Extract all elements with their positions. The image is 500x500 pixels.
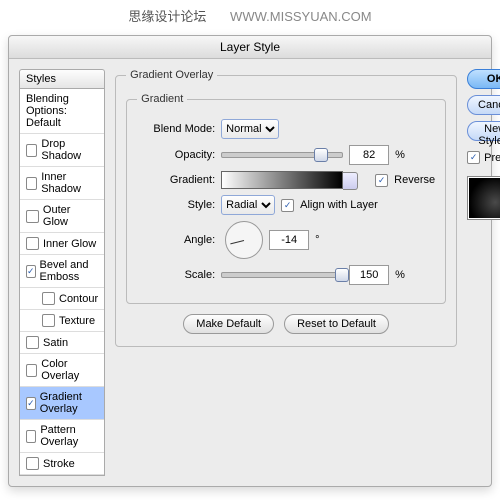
style-item-label: Stroke <box>43 458 75 470</box>
watermark: 思缘设计论坛 WWW.MISSYUAN.COM <box>0 0 500 31</box>
angle-dial[interactable] <box>225 221 263 259</box>
style-select[interactable]: Radial <box>221 195 275 215</box>
style-item-drop-shadow[interactable]: Drop Shadow <box>20 134 104 167</box>
watermark-cn: 思缘设计论坛 <box>128 9 206 24</box>
reset-default-button[interactable]: Reset to Default <box>284 314 389 334</box>
make-default-button[interactable]: Make Default <box>183 314 274 334</box>
angle-suffix: ° <box>315 234 319 246</box>
styles-column: Styles Blending Options: Default Drop Sh… <box>19 69 105 476</box>
align-checkbox[interactable] <box>281 199 294 212</box>
style-item-label: Pattern Overlay <box>40 424 98 448</box>
styles-list: Blending Options: Default Drop Shadow Inn… <box>19 88 105 476</box>
scale-label: Scale: <box>137 269 215 281</box>
angle-row: Angle: ° <box>137 221 435 259</box>
opacity-suffix: % <box>395 149 405 161</box>
cancel-button[interactable]: Cancel <box>467 95 500 115</box>
style-item-label: Gradient Overlay <box>40 391 98 415</box>
gradient-label: Gradient: <box>137 174 215 186</box>
right-column: OK Cancel New Style... Preview <box>467 69 500 476</box>
style-checkbox[interactable] <box>26 336 39 349</box>
style-checkbox[interactable] <box>42 314 55 327</box>
blending-options-row[interactable]: Blending Options: Default <box>20 89 104 134</box>
fieldset-title: Gradient Overlay <box>126 69 217 81</box>
preview-label: Preview <box>484 152 500 164</box>
watermark-url: WWW.MISSYUAN.COM <box>230 9 372 24</box>
blend-mode-label: Blend Mode: <box>137 123 215 135</box>
style-checkbox[interactable] <box>26 364 37 377</box>
blend-mode-select[interactable]: Normal <box>221 119 279 139</box>
style-item-label: Drop Shadow <box>41 138 98 162</box>
preview-row: Preview <box>467 151 500 164</box>
style-checkbox[interactable] <box>26 430 36 443</box>
style-item-pattern-overlay[interactable]: Pattern Overlay <box>20 420 104 453</box>
new-style-button[interactable]: New Style... <box>467 121 500 141</box>
opacity-row: Opacity: % <box>137 145 435 165</box>
scale-input[interactable] <box>349 265 389 285</box>
opacity-slider[interactable] <box>221 152 343 158</box>
style-checkbox[interactable] <box>26 265 36 278</box>
style-checkbox[interactable] <box>26 237 39 250</box>
scale-slider[interactable] <box>221 272 343 278</box>
style-item-contour[interactable]: Contour <box>20 288 104 310</box>
style-checkbox[interactable] <box>42 292 55 305</box>
opacity-label: Opacity: <box>137 149 215 161</box>
angle-input[interactable] <box>269 230 309 250</box>
reverse-label: Reverse <box>394 174 435 186</box>
style-checkbox[interactable] <box>26 144 37 157</box>
style-item-label: Outer Glow <box>43 204 98 228</box>
gradient-legend: Gradient <box>137 93 187 105</box>
style-row: Style: Radial Align with Layer <box>137 195 435 215</box>
style-item-label: Color Overlay <box>41 358 98 382</box>
style-item-label: Inner Shadow <box>41 171 98 195</box>
style-item-label: Inner Glow <box>43 238 96 250</box>
window-title: Layer Style <box>9 36 491 59</box>
style-item-color-overlay[interactable]: Color Overlay <box>20 354 104 387</box>
angle-label: Angle: <box>137 234 215 246</box>
style-item-bevel-and-emboss[interactable]: Bevel and Emboss <box>20 255 104 288</box>
default-buttons-row: Make Default Reset to Default <box>126 314 446 334</box>
style-item-label: Satin <box>43 337 68 349</box>
styles-header[interactable]: Styles <box>19 69 105 88</box>
gradient-picker[interactable] <box>221 171 343 189</box>
style-item-inner-glow[interactable]: Inner Glow <box>20 233 104 255</box>
style-item-label: Texture <box>59 315 95 327</box>
style-item-outer-glow[interactable]: Outer Glow <box>20 200 104 233</box>
style-checkbox[interactable] <box>26 210 39 223</box>
style-item-stroke[interactable]: Stroke <box>20 453 104 475</box>
gradient-fieldset: Gradient Blend Mode: Normal Opacity: % G… <box>126 93 446 304</box>
style-item-inner-shadow[interactable]: Inner Shadow <box>20 167 104 200</box>
reverse-checkbox[interactable] <box>375 174 388 187</box>
blend-mode-row: Blend Mode: Normal <box>137 119 435 139</box>
scale-suffix: % <box>395 269 405 281</box>
gradient-overlay-fieldset: Gradient Overlay Gradient Blend Mode: No… <box>115 69 457 347</box>
layer-style-window: Layer Style Styles Blending Options: Def… <box>8 35 492 487</box>
style-item-satin[interactable]: Satin <box>20 332 104 354</box>
style-item-gradient-overlay[interactable]: Gradient Overlay <box>20 387 104 420</box>
preview-checkbox[interactable] <box>467 151 480 164</box>
style-label: Style: <box>137 199 215 211</box>
style-checkbox[interactable] <box>26 397 36 410</box>
style-checkbox[interactable] <box>26 457 39 470</box>
scale-thumb[interactable] <box>335 268 349 282</box>
window-content: Styles Blending Options: Default Drop Sh… <box>9 59 491 486</box>
ok-button[interactable]: OK <box>467 69 500 89</box>
opacity-thumb[interactable] <box>314 148 328 162</box>
gradient-row: Gradient: Reverse <box>137 171 435 189</box>
style-checkbox[interactable] <box>26 177 37 190</box>
style-item-label: Contour <box>59 293 98 305</box>
style-item-texture[interactable]: Texture <box>20 310 104 332</box>
style-item-label: Bevel and Emboss <box>40 259 99 283</box>
scale-row: Scale: % <box>137 265 435 285</box>
settings-column: Gradient Overlay Gradient Blend Mode: No… <box>115 69 457 476</box>
opacity-input[interactable] <box>349 145 389 165</box>
preview-swatch <box>467 176 500 220</box>
align-label: Align with Layer <box>300 199 378 211</box>
